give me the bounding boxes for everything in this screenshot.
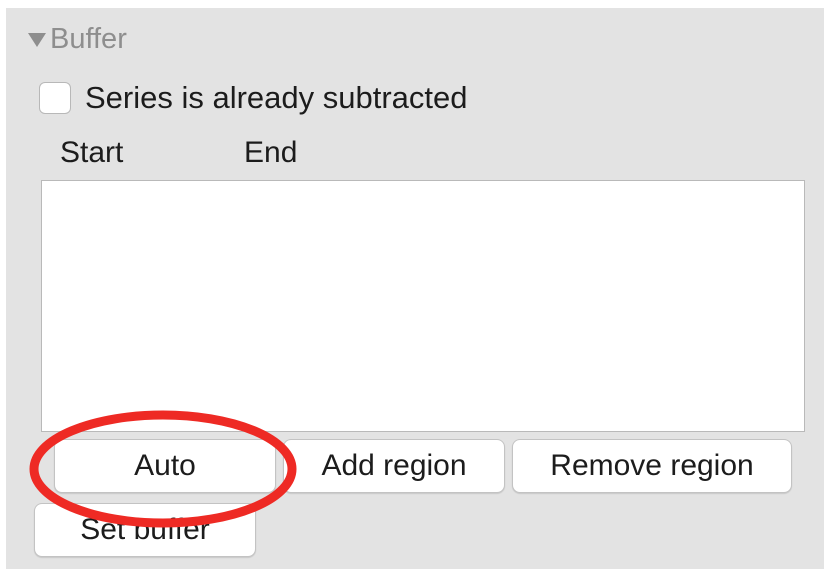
disclosure-triangle-down-icon[interactable]	[28, 33, 46, 47]
set-buffer-button[interactable]: Set buffer	[34, 503, 256, 557]
auto-button[interactable]: Auto	[54, 439, 276, 493]
buffer-section-header[interactable]: Buffer	[28, 22, 127, 56]
add-region-button[interactable]: Add region	[283, 439, 505, 493]
section-title: Buffer	[50, 23, 127, 55]
series-subtracted-row[interactable]: Series is already subtracted	[39, 80, 468, 116]
column-header-end[interactable]: End	[244, 136, 297, 170]
buffer-regions-list[interactable]	[41, 180, 805, 432]
column-header-start[interactable]: Start	[60, 136, 123, 170]
series-subtracted-checkbox[interactable]	[39, 82, 71, 114]
remove-region-button[interactable]: Remove region	[512, 439, 792, 493]
buffer-panel: Buffer Series is already subtracted Star…	[6, 8, 824, 569]
series-subtracted-label[interactable]: Series is already subtracted	[85, 80, 468, 116]
